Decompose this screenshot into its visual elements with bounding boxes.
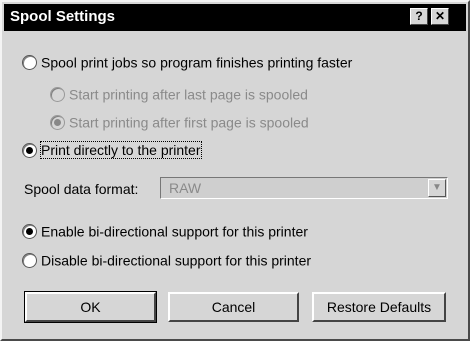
disable-bidi-radio[interactable] xyxy=(22,252,37,268)
disable-bidi-option[interactable]: Disable bi-directional support for this … xyxy=(22,251,311,268)
ok-button[interactable]: OK xyxy=(24,291,157,323)
spool-settings-dialog: Spool Settings ? ✕ Spool print jobs so p… xyxy=(0,0,470,341)
enable-bidi-option[interactable]: Enable bi-directional support for this p… xyxy=(22,222,308,239)
disable-bidi-label: Disable bi-directional support for this … xyxy=(41,252,312,269)
start-after-last-option: Start printing after last page is spoole… xyxy=(50,85,308,102)
enable-bidi-selected-dot xyxy=(26,227,33,235)
help-button[interactable]: ? xyxy=(410,8,428,25)
start-after-last-radio xyxy=(50,86,65,102)
print-direct-radio[interactable] xyxy=(22,142,37,158)
spool-radio[interactable] xyxy=(22,54,37,70)
start-after-first-radio xyxy=(50,114,65,130)
restore-defaults-button[interactable]: Restore Defaults xyxy=(312,292,446,322)
start-after-last-label: Start printing after last page is spoole… xyxy=(69,86,308,103)
enable-bidi-radio[interactable] xyxy=(22,223,37,239)
spool-format-select[interactable]: RAW ▼ xyxy=(160,177,448,199)
dialog-title: Spool Settings xyxy=(10,8,115,25)
cancel-button[interactable]: Cancel xyxy=(168,292,299,322)
enable-bidi-label: Enable bi-directional support for this p… xyxy=(41,223,308,240)
spool-label: Spool print jobs so program finishes pri… xyxy=(41,54,353,71)
title-bar: Spool Settings ? ✕ xyxy=(4,4,466,31)
print-direct-label: Print directly to the printer xyxy=(40,141,202,160)
print-direct-option[interactable]: Print directly to the printer xyxy=(22,141,202,160)
spool-format-label: Spool data format: xyxy=(24,181,139,197)
start-after-first-label: Start printing after first page is spool… xyxy=(69,114,309,131)
close-button[interactable]: ✕ xyxy=(431,8,449,25)
print-direct-selected-dot xyxy=(26,146,33,154)
spool-format-value: RAW xyxy=(169,180,202,196)
spool-option[interactable]: Spool print jobs so program finishes pri… xyxy=(22,53,352,70)
start-after-first-option: Start printing after first page is spool… xyxy=(50,113,309,130)
start-after-first-selected-dot xyxy=(54,118,61,126)
dropdown-arrow-icon[interactable]: ▼ xyxy=(428,179,446,197)
